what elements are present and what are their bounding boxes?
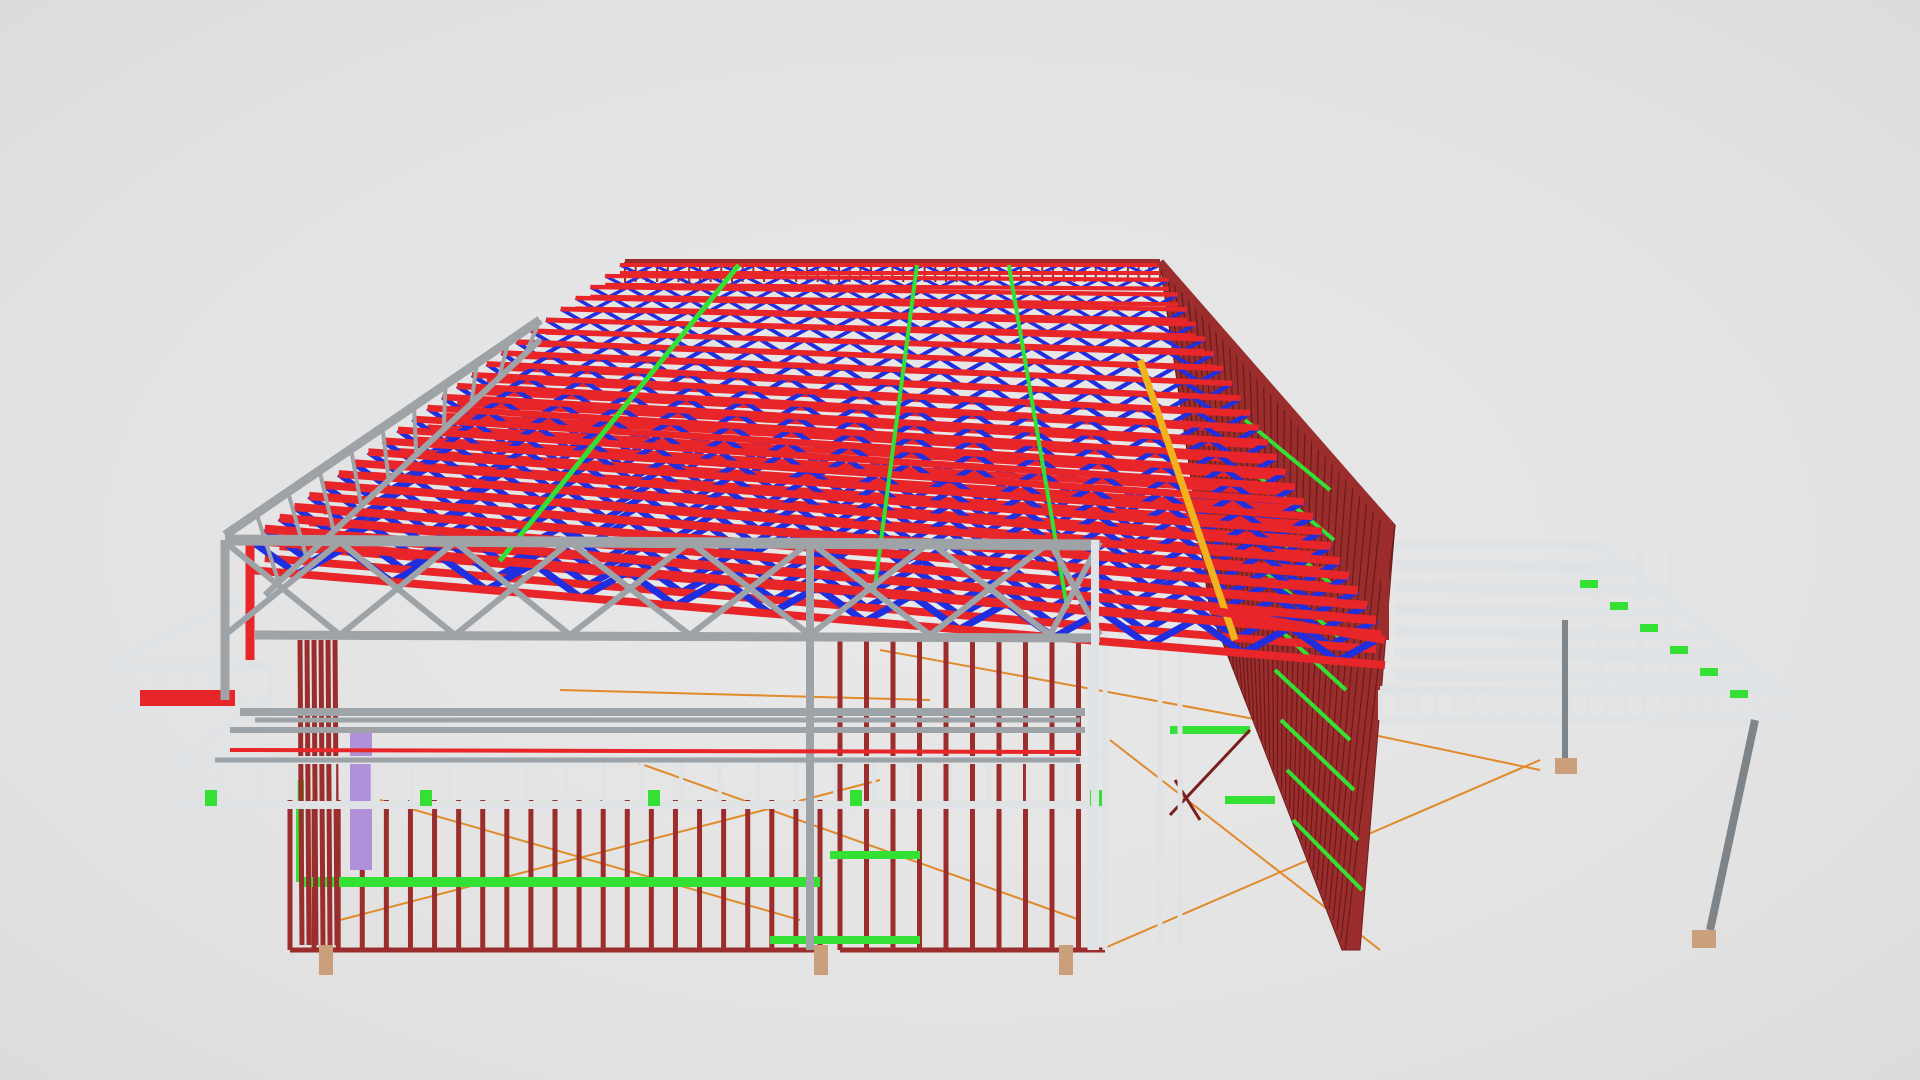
- right-canopy-structure: [1378, 541, 1798, 948]
- connection-plate: [850, 790, 862, 806]
- right-canopy-joist: [1394, 559, 1641, 575]
- right-canopy-joist: [1394, 603, 1691, 619]
- base-plate: [1692, 930, 1716, 948]
- 3d-viewport[interactable]: [0, 0, 1920, 1080]
- connection-plate: [1700, 668, 1718, 676]
- connection-plate: [648, 790, 660, 806]
- front-red-beam: [229, 748, 1081, 754]
- corner-stud: [318, 639, 326, 946]
- left-canopy-side: [103, 597, 242, 668]
- connection-plate: [1580, 580, 1598, 588]
- right-canopy-column: [1706, 719, 1759, 931]
- corner-stud: [325, 639, 333, 946]
- cable-brace: [559, 689, 931, 701]
- right-canopy-joist: [1394, 625, 1716, 641]
- connection-plate: [1730, 690, 1748, 698]
- base-plate: [1059, 945, 1073, 975]
- front-truss-top-chord: [224, 534, 1101, 551]
- steel-frame: [222, 316, 543, 660]
- right-canopy-joist: [1394, 581, 1666, 597]
- corner-stud: [311, 639, 319, 946]
- corner-stud: [304, 639, 312, 946]
- connection-plate: [1670, 646, 1688, 654]
- connection-plate: [1610, 602, 1628, 610]
- connection-plate: [205, 790, 217, 806]
- connection-plate: [1640, 624, 1658, 632]
- base-plate: [319, 945, 333, 975]
- left-truss-web: [412, 405, 419, 455]
- base-plate: [814, 945, 828, 975]
- left-truss-web: [441, 384, 448, 430]
- connection-plate: [420, 790, 432, 806]
- front-truss-bottom-chord: [254, 630, 1101, 643]
- base-plate: [1555, 758, 1577, 774]
- corner-stud: [297, 639, 305, 946]
- cable-brace: [1349, 729, 1541, 771]
- structural-model-canvas[interactable]: [0, 0, 1920, 1080]
